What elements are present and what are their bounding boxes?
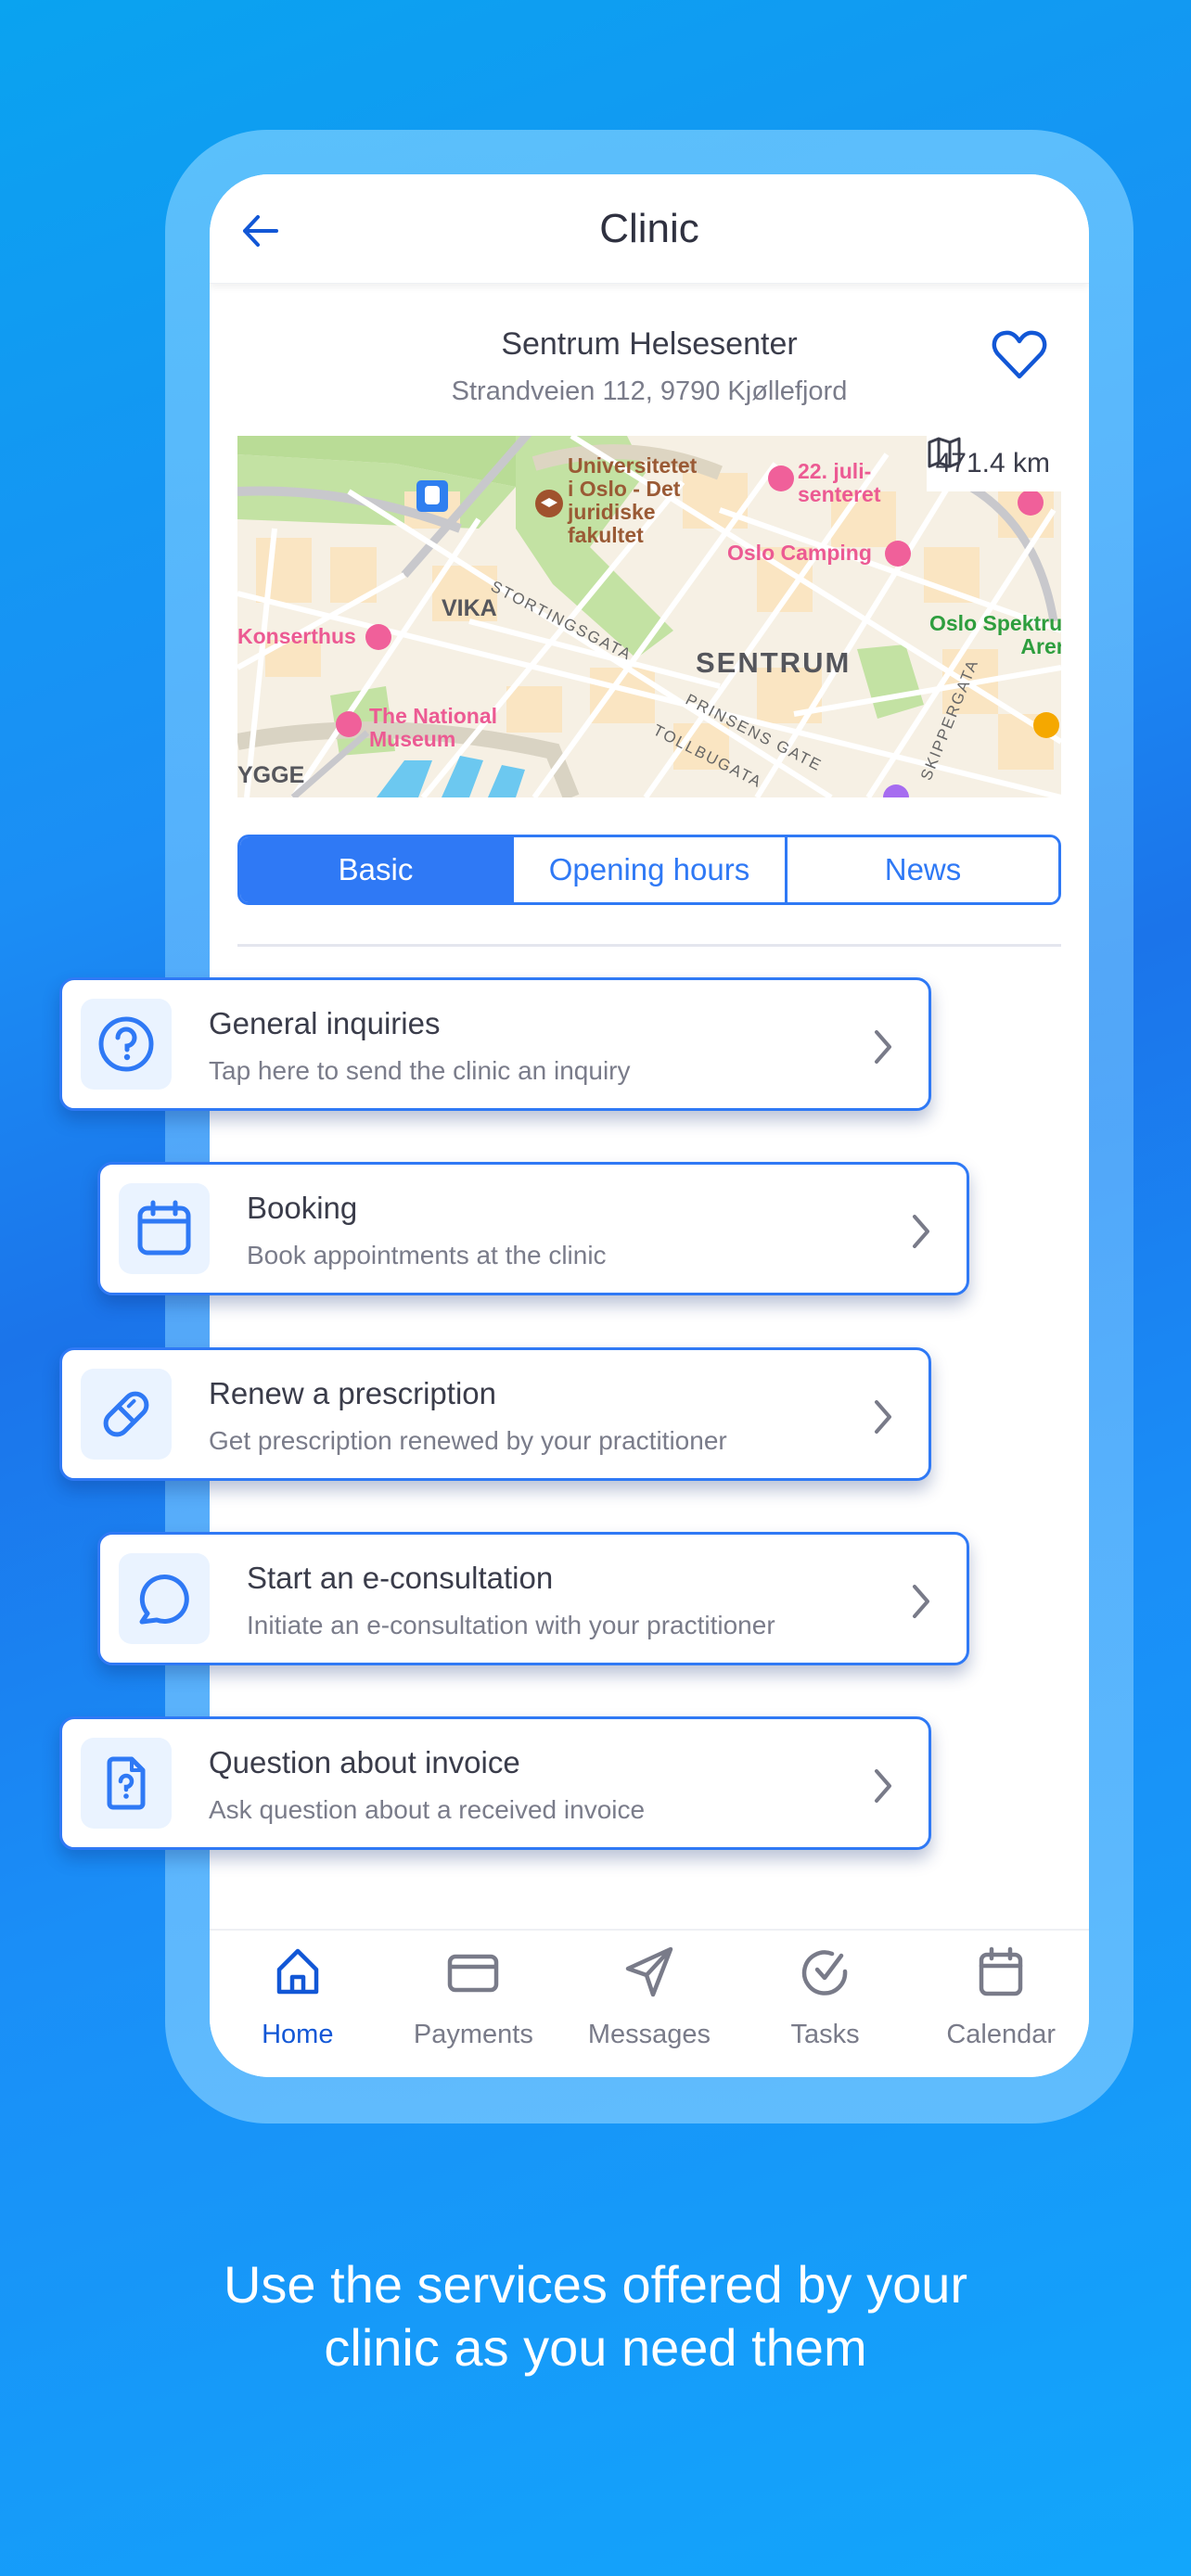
map-label-sentrum: SENTRUM [696, 646, 852, 679]
clinic-name: Sentrum Helsesenter [501, 326, 798, 362]
calendar-icon [137, 1200, 191, 1256]
service-booking[interactable]: Booking Book appointments at the clinic [97, 1162, 969, 1295]
service-subtitle: Book appointments at the clinic [247, 1241, 607, 1269]
service-general-inquiries[interactable]: General inquiries Tap here to send the c… [59, 977, 931, 1111]
marketing-tagline: Use the services offered by your clinic … [0, 2253, 1191, 2379]
service-icon-box [81, 1369, 172, 1460]
service-title: General inquiries [209, 1006, 441, 1040]
calendar-icon [979, 1946, 1023, 1996]
nav-payments-label: Payments [413, 2020, 533, 2049]
tab-news[interactable]: News [785, 837, 1058, 902]
service-title: Renew a prescription [209, 1376, 496, 1410]
nav-messages-label: Messages [587, 2020, 711, 2049]
service-subtitle: Get prescription renewed by your practit… [209, 1426, 727, 1455]
map-label-vika: VIKA [442, 595, 497, 621]
bottom-navigation: Home Payments Messages Tasks Calendar [210, 1929, 1089, 2077]
service-icon-box [119, 1183, 210, 1274]
tab-opening-hours[interactable]: Opening hours [511, 837, 785, 902]
home-icon [276, 1948, 319, 1995]
tab-basic[interactable]: Basic [240, 837, 511, 902]
service-icon-box [81, 999, 172, 1090]
nav-tasks-label: Tasks [790, 2020, 860, 2049]
service-invoice-question[interactable]: Question about invoice Ask question abou… [59, 1716, 931, 1850]
send-icon [625, 1946, 673, 1997]
section-divider [237, 944, 1061, 947]
page-title: Clinic [599, 206, 699, 251]
pill-icon [103, 1391, 149, 1437]
map-label-oslo-camping: Oslo Camping [727, 541, 872, 565]
chat-bubble-icon [139, 1575, 189, 1625]
service-icon-box [119, 1553, 210, 1644]
chevron-right-icon [875, 1769, 891, 1803]
nav-calendar-label: Calendar [946, 2020, 1057, 2049]
service-subtitle: Initiate an e-consultation with your pra… [247, 1611, 775, 1639]
favorite-button[interactable] [991, 328, 1048, 384]
map-label-ygge: YGGE [237, 762, 305, 788]
check-circle-icon [801, 1950, 847, 1996]
heart-outline-icon [992, 330, 1047, 379]
service-title: Question about invoice [209, 1745, 520, 1779]
service-e-consultation[interactable]: Start an e-consultation Initiate an e-co… [97, 1532, 969, 1665]
map-icon [928, 437, 961, 468]
map-label-university: Universitetet i Oslo - Det juridiske fak… [568, 453, 698, 547]
nav-messages[interactable]: Messages [561, 1931, 737, 2077]
service-title: Start an e-consultation [247, 1561, 554, 1595]
clinic-tabs: Basic Opening hours News [237, 835, 1061, 905]
service-icon-box [81, 1738, 172, 1829]
nav-home-label: Home [262, 2020, 334, 2049]
clinic-address: Strandveien 112, 9790 Kjøllefjord [451, 376, 848, 406]
tagline-text: Use the services offered by your clinic … [223, 2255, 968, 2377]
file-question-icon [107, 1756, 146, 1810]
nav-payments[interactable]: Payments [386, 1931, 562, 2077]
map-label-national-museum: The National Museum [369, 704, 498, 751]
service-renew-prescription[interactable]: Renew a prescription Get prescription re… [59, 1347, 931, 1481]
service-subtitle: Tap here to send the clinic an inquiry [209, 1056, 631, 1085]
help-circle-icon [98, 1016, 154, 1072]
chevron-right-icon [875, 1030, 891, 1064]
clinic-map[interactable]: Universitetet i Oslo - Det juridiske fak… [237, 436, 1061, 797]
nav-calendar[interactable]: Calendar [913, 1931, 1089, 2077]
map-label-oslo-spektrum: Oslo Spektrum Arena [929, 611, 1061, 658]
nav-home[interactable]: Home [210, 1931, 386, 2077]
navigation-bar: Clinic [210, 174, 1089, 284]
chevron-right-icon [875, 1400, 891, 1434]
service-title: Booking [247, 1191, 358, 1225]
distance-badge: 471.4 km [926, 436, 1061, 491]
map-label-konserthus: Konserthus [237, 624, 356, 648]
chevron-right-icon [913, 1215, 929, 1248]
service-subtitle: Ask question about a received invoice [209, 1795, 646, 1824]
chevron-right-icon [913, 1585, 929, 1618]
map-label-juli-senteret: 22. juli- senteret [798, 459, 881, 506]
nav-tasks[interactable]: Tasks [737, 1931, 914, 2077]
credit-card-icon [448, 1954, 499, 1993]
